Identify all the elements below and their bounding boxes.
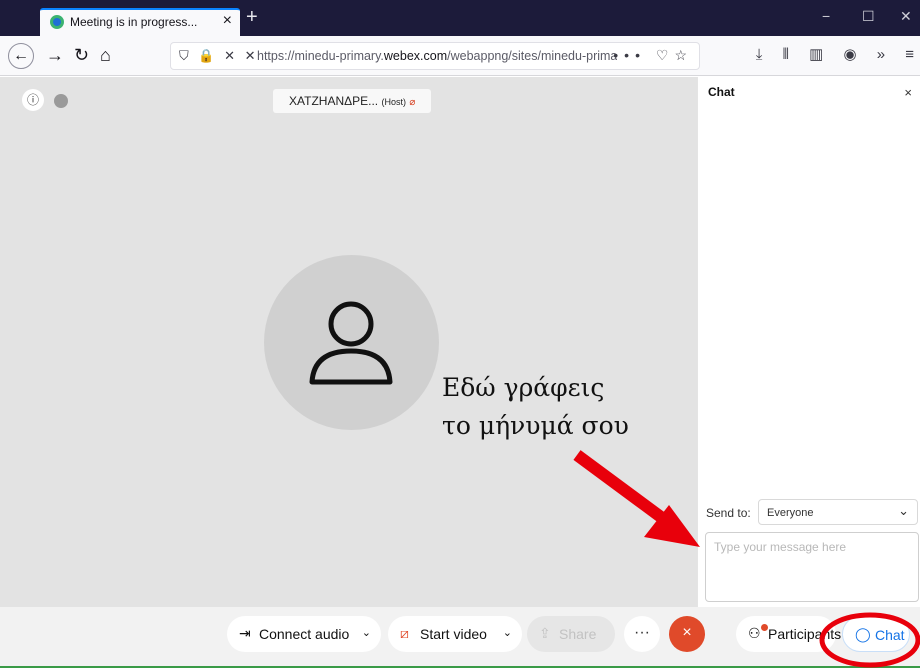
url-actions[interactable]: ••• ♡☆ (613, 47, 693, 64)
host-tag: (Host) (381, 97, 406, 107)
chat-bubble-icon: ◯ (855, 626, 871, 642)
send-to-value: Everyone (767, 507, 814, 519)
close-window-icon[interactable]: ✕ (900, 8, 912, 25)
annotation-line-2: το μήνυμά σου (442, 411, 629, 440)
start-video-button[interactable]: ⧄ Start video ⌄ (388, 616, 522, 652)
site-permission-icons[interactable]: ⛉ 🔒 ✕ ✕ (179, 48, 259, 64)
more-options-button[interactable]: ··· (624, 616, 660, 652)
chat-message-input[interactable]: Type your message here (705, 532, 919, 602)
start-video-label: Start video (420, 626, 487, 642)
muted-mic-icon: ⌀ (409, 97, 416, 108)
overflow-icon[interactable]: » (877, 46, 885, 63)
bookmark-star-icon[interactable]: ☆ (674, 47, 693, 63)
close-chat-icon[interactable]: × (904, 85, 912, 100)
download-icon[interactable]: ⤓ (756, 46, 763, 63)
video-off-icon: ⧄ (400, 625, 409, 641)
navigation-bar: ← → ↻ ⌂ ⛉ 🔒 ✕ ✕ https://minedu-primary.w… (0, 36, 920, 76)
meeting-info-icon[interactable]: ⓘ (22, 89, 44, 111)
send-to-label: Send to: (706, 506, 751, 520)
browser-tab-strip: Meeting is in progress... × + − ☐ ✕ (0, 0, 920, 36)
maximize-icon[interactable]: ☐ (862, 8, 875, 25)
back-icon[interactable]: ← (8, 43, 34, 69)
person-icon (309, 301, 393, 385)
meeting-lock-icon[interactable] (54, 94, 68, 108)
chat-panel: Chat × Send to: Everyone ⌄ Type your mes… (697, 77, 920, 607)
tab-close-icon[interactable]: × (223, 12, 232, 30)
message-placeholder: Type your message here (714, 540, 847, 554)
avatar (264, 255, 439, 430)
url-text[interactable]: https://minedu-primary.webex.com/webappn… (257, 49, 617, 63)
home-icon[interactable]: ⌂ (100, 44, 111, 66)
url-bar[interactable]: ⛉ 🔒 ✕ ✕ https://minedu-primary.webex.com… (170, 42, 700, 70)
annotation-text: Εδώ γράφεις το μήνυμά σου (442, 369, 629, 445)
share-button[interactable]: ⇪ Share (527, 616, 615, 652)
participants-label: Participants (768, 626, 842, 642)
chat-panel-title: Chat (708, 85, 735, 99)
chat-button[interactable]: ◯ Chat (842, 616, 910, 652)
host-name: ΧΑΤΖΗΑΝΔΡΕ... (289, 94, 379, 108)
notification-dot (761, 624, 768, 631)
chevron-down-icon[interactable]: ⌄ (362, 626, 371, 639)
sidebar-icon[interactable]: ▥ (809, 46, 823, 63)
end-meeting-button[interactable]: × (669, 616, 705, 652)
connect-audio-label: Connect audio (259, 626, 350, 642)
participants-button[interactable]: ⚇ Participants (736, 616, 841, 652)
audio-connect-icon: ⇥ (239, 625, 251, 641)
chevron-down-icon: ⌄ (898, 503, 909, 518)
browser-tab[interactable]: Meeting is in progress... × (40, 8, 240, 36)
forward-icon[interactable]: → (46, 44, 64, 66)
account-icon[interactable]: ◉ (843, 46, 856, 63)
page-actions-icon[interactable]: ••• (613, 47, 646, 63)
chat-button-label: Chat (875, 627, 905, 643)
tab-title: Meeting is in progress... (70, 15, 198, 29)
meeting-controls-bar: ⇥ Connect audio ⌄ ⧄ Start video ⌄ ⇪ Shar… (0, 607, 920, 668)
library-icon[interactable]: ⫴ (783, 46, 789, 63)
menu-icon[interactable]: ≡ (905, 46, 914, 63)
connect-audio-button[interactable]: ⇥ Connect audio ⌄ (227, 616, 381, 652)
browser-toolbar: ⤓ ⫴ ▥ ◉ » ≡ (740, 45, 914, 63)
share-icon: ⇪ (539, 625, 551, 641)
webex-favicon-icon (50, 15, 64, 29)
participants-icon: ⚇ (748, 625, 761, 641)
meeting-stage: ⓘ ΧΑΤΖΗΑΝΔΡΕ... (Host) ⌀ Εδώ γράφεις το … (0, 77, 697, 607)
host-name-label: ΧΑΤΖΗΑΝΔΡΕ... (Host) ⌀ (273, 89, 431, 113)
send-to-select[interactable]: Everyone ⌄ (758, 499, 918, 525)
minimize-icon[interactable]: − (822, 8, 830, 24)
new-tab-button[interactable]: + (246, 6, 258, 29)
share-label: Share (559, 626, 597, 642)
reload-icon[interactable]: ↻ (74, 44, 89, 66)
pocket-icon[interactable]: ♡ (656, 47, 675, 63)
annotation-line-1: Εδώ γράφεις (442, 373, 605, 402)
chevron-down-icon[interactable]: ⌄ (503, 626, 512, 639)
